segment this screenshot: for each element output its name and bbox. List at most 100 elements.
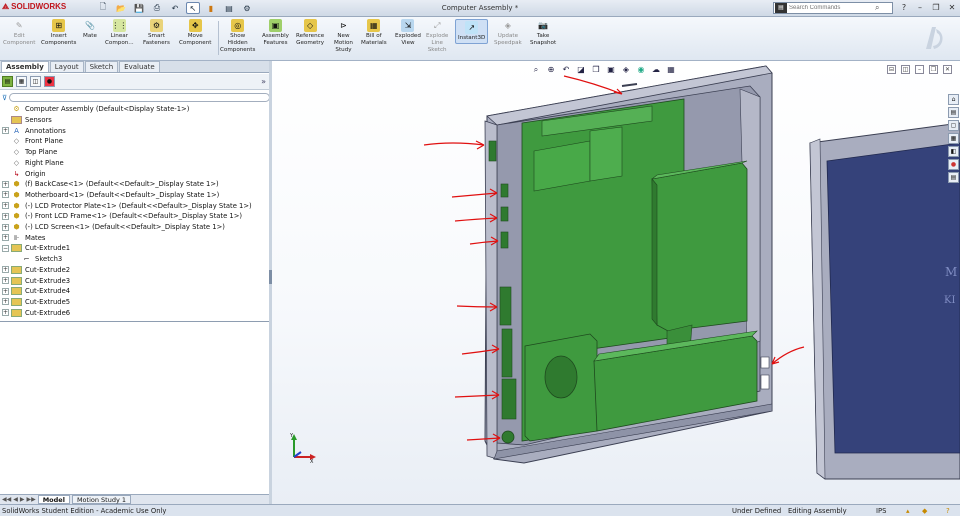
reference-geometry-button[interactable]: ◇ Reference Geometry [296,19,324,47]
apply-scene-icon[interactable]: ☁ [650,64,662,75]
zoom-to-area-icon[interactable]: ⊕ [545,64,557,75]
help-status-icon[interactable]: ? [946,507,950,515]
tree-item-origin[interactable]: ↳ Origin [2,168,46,179]
edit-appearance-icon[interactable]: ◉ [635,64,647,75]
next-tab-icon[interactable]: ▶ [20,496,25,503]
tree-item-backcase[interactable]: + ⬢ (f) BackCase<1> (Default<<Default>_Dis… [2,179,219,190]
tree-item-cut-extrude4[interactable]: + Cut-Extrude4 [2,286,70,297]
search-input[interactable] [789,3,875,13]
insert-components-button[interactable]: ⊞ Insert Components [41,19,76,47]
assembly-features-button[interactable]: ▣ Assembly Features [262,19,289,47]
tree-item-cut-extrude3[interactable]: + Cut-Extrude3 [2,275,70,286]
tab-sketch[interactable]: Sketch [84,61,119,72]
split-vertical-icon[interactable]: ◫ [901,65,910,74]
tree-filter-input[interactable] [9,93,270,102]
collapse-icon[interactable]: − [2,244,9,252]
configuration-manager-icon[interactable]: ◫ [30,76,41,87]
expand-icon[interactable]: + [2,127,9,135]
viewport-restore-icon[interactable]: ❐ [929,65,938,74]
tree-item-sketch3[interactable]: ⌐ Sketch3 [12,254,63,265]
tree-item-cut-extrude2[interactable]: + Cut-Extrude2 [2,265,70,276]
restore-icon[interactable]: ❐ [930,1,942,14]
filter-icon[interactable]: ⊽ [2,94,7,102]
appearances-icon[interactable]: ● [948,159,959,170]
expand-icon[interactable]: + [2,191,9,199]
display-style-icon[interactable]: ▣ [605,64,617,75]
close-icon[interactable]: ✕ [946,1,958,14]
exploded-view-button[interactable]: ⇲ Exploded View [395,19,421,47]
move-component-button[interactable]: ✥ Move Component [179,19,211,47]
expand-icon[interactable]: + [2,277,9,285]
update-speedpak-button[interactable]: ◈ Update Speedpak [494,19,522,47]
tab-motion-study-1[interactable]: Motion Study 1 [71,495,132,504]
zoom-to-fit-icon[interactable]: ⌕ [530,64,542,75]
minimize-icon[interactable]: – [914,1,926,14]
prev-tab-icon[interactable]: ◀ [13,496,18,503]
first-tab-icon[interactable]: ◀◀ [2,496,11,503]
expand-icon[interactable]: + [2,309,9,317]
tree-item-assembly[interactable]: ⚙ Computer Assembly (Default<Display Stat… [2,104,189,115]
unit-system[interactable]: IPS [876,507,886,515]
expand-icon[interactable]: + [2,180,9,188]
viewport-close-icon[interactable]: ✕ [943,65,952,74]
tree-item-right-plane[interactable]: ◇ Right Plane [2,158,64,169]
linear-component-pattern-button[interactable]: ⋮⋮ Linear Compon... [105,19,134,47]
viewport-minimize-icon[interactable]: – [915,65,924,74]
split-horizontal-icon[interactable]: ⊟ [887,65,896,74]
instant3d-button[interactable]: ↗ Instant3D [455,19,489,44]
file-explorer-icon[interactable]: ▢ [948,120,959,131]
tab-evaluate[interactable]: Evaluate [119,61,160,72]
expand-icon[interactable]: + [2,298,9,306]
search-scope-icon[interactable]: ▤ [775,3,787,13]
bill-of-materials-button[interactable]: ▦ Bill of Materials [361,19,387,47]
tree-item-lcd-protector-plate[interactable]: + ⬢ (-) LCD Protector Plate<1> (Default<<D… [2,200,252,211]
show-hidden-components-button[interactable]: ◎ Show Hidden Components [220,19,255,54]
resources-icon[interactable]: ⌂ [948,94,959,105]
tree-item-top-plane[interactable]: ◇ Top Plane [2,147,57,158]
hide-show-items-icon[interactable]: ◈ [620,64,632,75]
help-icon[interactable]: ? [898,1,910,14]
tree-item-front-lcd-frame[interactable]: + ⬢ (-) Front LCD Frame<1> (Default<<Defau… [2,211,242,222]
tree-item-cut-extrude5[interactable]: + Cut-Extrude5 [2,297,70,308]
previous-view-icon[interactable]: ↶ [560,64,572,75]
custom-properties-icon[interactable]: ▤ [948,172,959,183]
expand-panel-icon[interactable]: » [261,77,266,86]
expand-icon[interactable]: + [2,223,9,231]
feature-manager-icon[interactable]: ▤ [2,76,13,87]
tree-item-lcd-screen[interactable]: + ⬢ (-) LCD Screen<1> (Default<<Default>_D… [2,222,225,233]
property-manager-icon[interactable]: ▦ [16,76,27,87]
tab-layout[interactable]: Layout [49,61,84,72]
rebuild-status-icon[interactable]: ◆ [922,507,927,515]
mate-button[interactable]: 📎 Mate [83,19,97,40]
units-dropdown-icon[interactable]: ▴ [906,507,910,515]
take-snapshot-button[interactable]: 📷 Take Snapshot [530,19,556,47]
tree-item-motherboard[interactable]: + ⬢ Motherboard<1> (Default<<Default>_Disp… [2,190,219,201]
new-motion-study-button[interactable]: ⊳ New Motion Study [334,19,353,54]
view-settings-icon[interactable]: ▦ [665,64,677,75]
edit-component-button[interactable]: ✎ Edit Component [3,19,35,47]
expand-icon[interactable]: + [2,287,9,295]
tree-item-mates[interactable]: + ⊪ Mates [2,232,45,243]
design-library-icon[interactable]: ▤ [948,107,959,118]
view-orientation-icon[interactable]: ❒ [590,64,602,75]
tab-model[interactable]: Model [37,495,70,504]
search-icon[interactable]: ⌕ [875,3,879,13]
tree-item-cut-extrude1[interactable]: − Cut-Extrude1 [2,243,70,254]
tree-item-sensors[interactable]: Sensors [2,115,52,126]
search-results-icon[interactable]: ▦ [948,133,959,144]
smart-fasteners-button[interactable]: ⚙ Smart Fasteners [143,19,170,47]
explode-line-sketch-button[interactable]: ⤢ Explode Line Sketch [426,19,448,54]
expand-icon[interactable]: + [2,212,9,220]
tree-item-annotations[interactable]: + A Annotations [2,125,66,136]
expand-icon[interactable]: + [2,266,9,274]
tab-assembly[interactable]: Assembly [1,61,49,72]
expand-icon[interactable]: + [2,202,9,210]
expand-icon[interactable]: + [2,234,9,242]
tree-item-cut-extrude6[interactable]: + Cut-Extrude6 [2,307,70,318]
section-view-icon[interactable]: ◪ [575,64,587,75]
search-commands-box[interactable]: ▤ ⌕ [773,2,893,14]
view-palette-icon[interactable]: ◧ [948,146,959,157]
tree-item-front-plane[interactable]: ◇ Front Plane [2,136,63,147]
last-tab-icon[interactable]: ▶▶ [26,496,35,503]
display-manager-icon[interactable]: ● [44,76,55,87]
